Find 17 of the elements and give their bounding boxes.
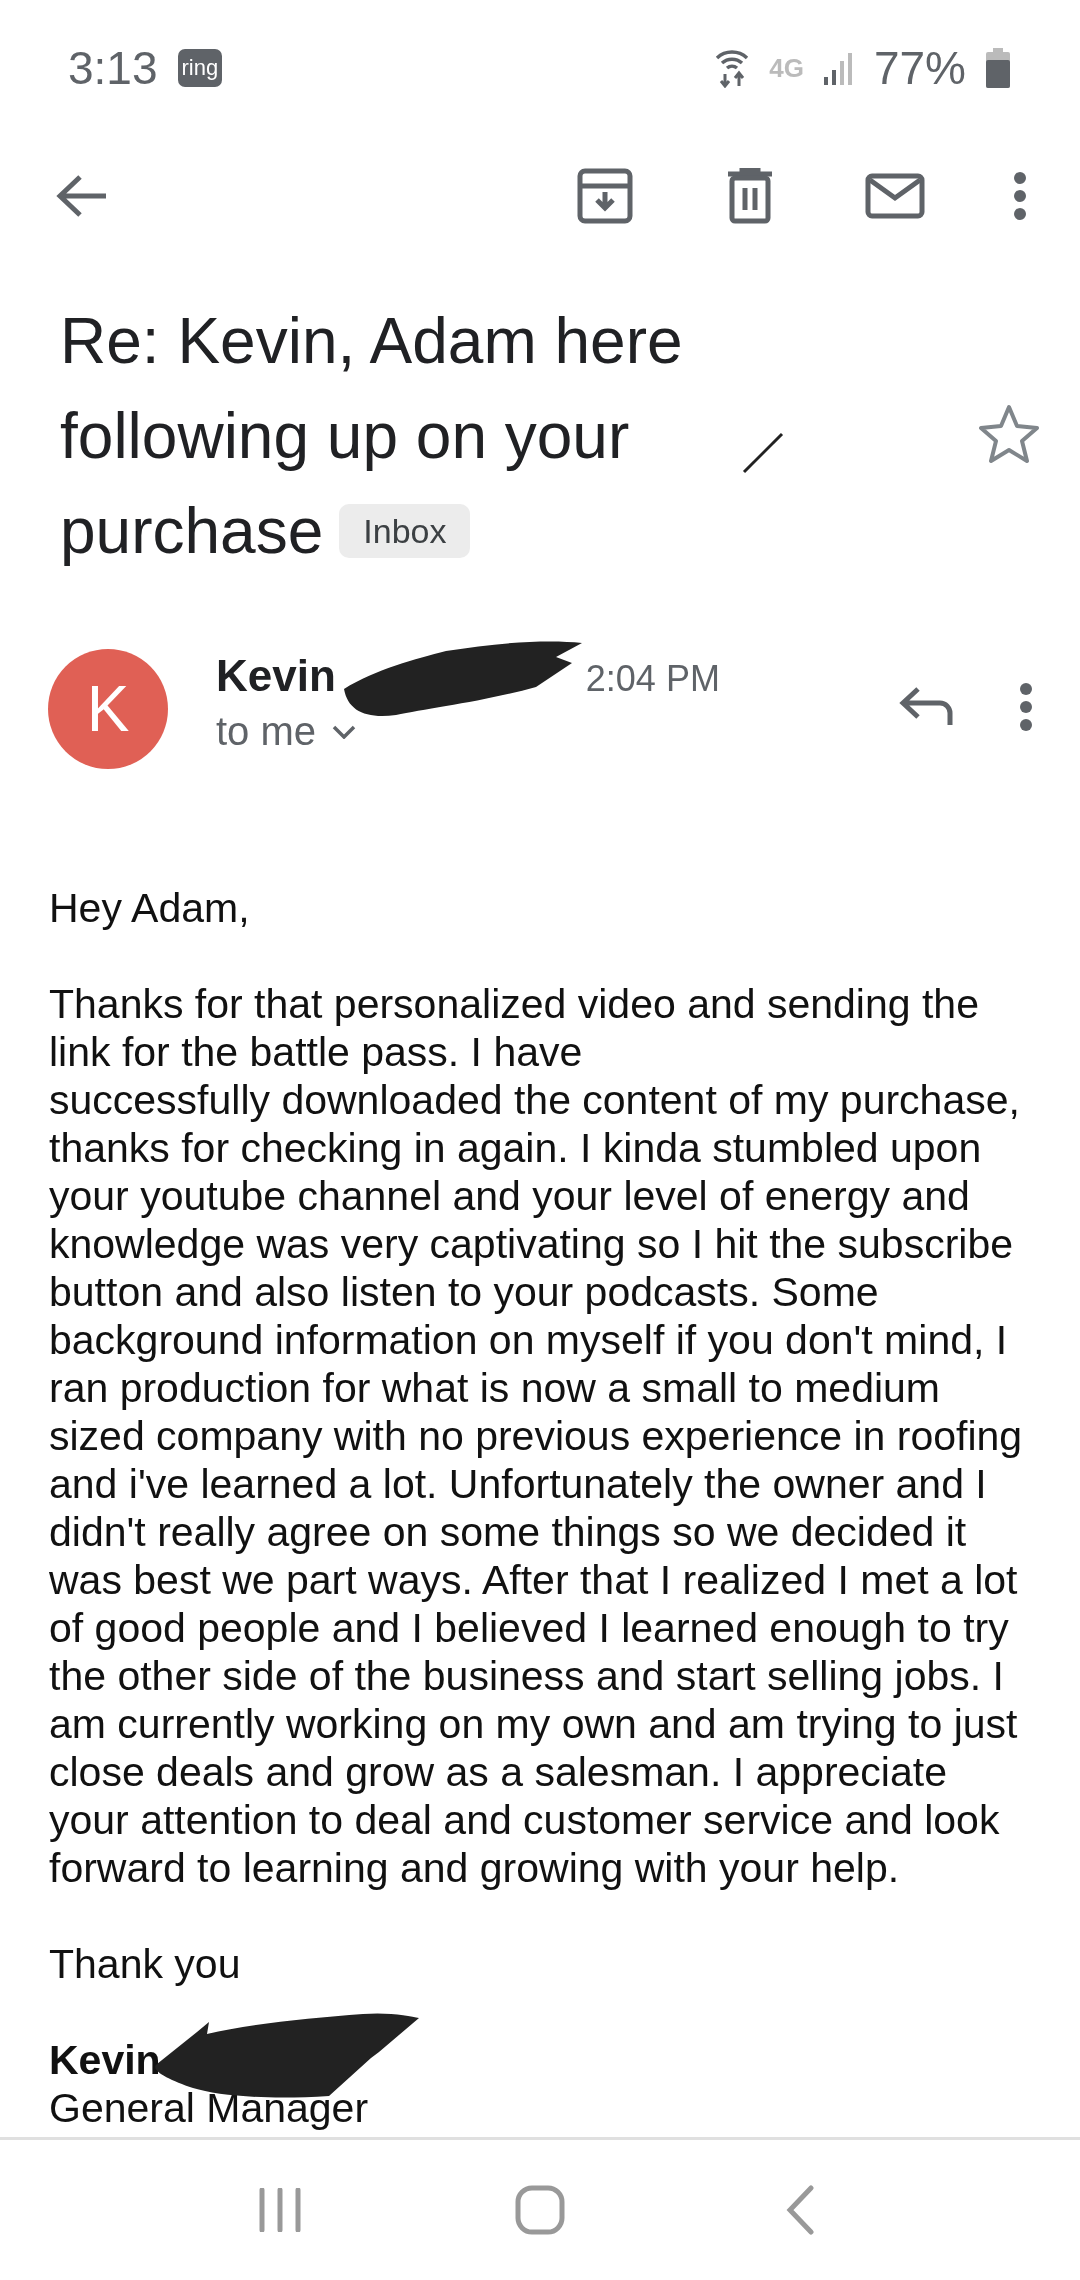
sender-name: Kevin bbox=[216, 651, 336, 701]
recipient-toggle[interactable]: to me bbox=[216, 709, 357, 754]
message-paragraph: Thank you bbox=[49, 1940, 242, 1988]
message-paragraph: Thanks for that personalized video and sending the link for the battle pass. I have successfully downloaded the content of my purchase, thanks for checking in again. I kinda stumbled upon your youtube channel and your level of energy and knowledge was very captivating so I hit the subscribe button and also listen to your podcasts. Some background information on myself if you don't mind, I ran production for what is now a small to medium sized company with no previous experience in roofing and i've learned a lot. Unfortunately the owner and I didn't really agree on some things so we decided it was best we part ways. After that I realized I met a lot of good people and I believed I learned enough to try the other side of the business and start selling jobs. I am currently working on my own and am trying to just close deals and grow as a salesman. I appreciate your attention to deal and customer service and look forward to learning and growing with your help. bbox=[49, 980, 1024, 1892]
subject-line: purchase bbox=[60, 495, 324, 567]
subject-line: following up on your bbox=[60, 400, 630, 472]
inbox-label: Inbox bbox=[339, 504, 471, 558]
clock-time: 3:13 bbox=[68, 41, 158, 95]
signature-name: Kevin bbox=[49, 2036, 161, 2084]
subject-line: Re: Kevin, Adam here bbox=[60, 305, 683, 377]
network-type: 4G bbox=[769, 52, 804, 84]
signature-title: General Manager bbox=[49, 2084, 369, 2132]
message-time: 2:04 PM bbox=[585, 658, 720, 700]
sender-avatar: K bbox=[48, 649, 168, 769]
notification-app-icon: ring bbox=[177, 49, 223, 87]
message-paragraph: Hey Adam, bbox=[49, 884, 251, 932]
battery-percent: 77% bbox=[873, 41, 966, 95]
